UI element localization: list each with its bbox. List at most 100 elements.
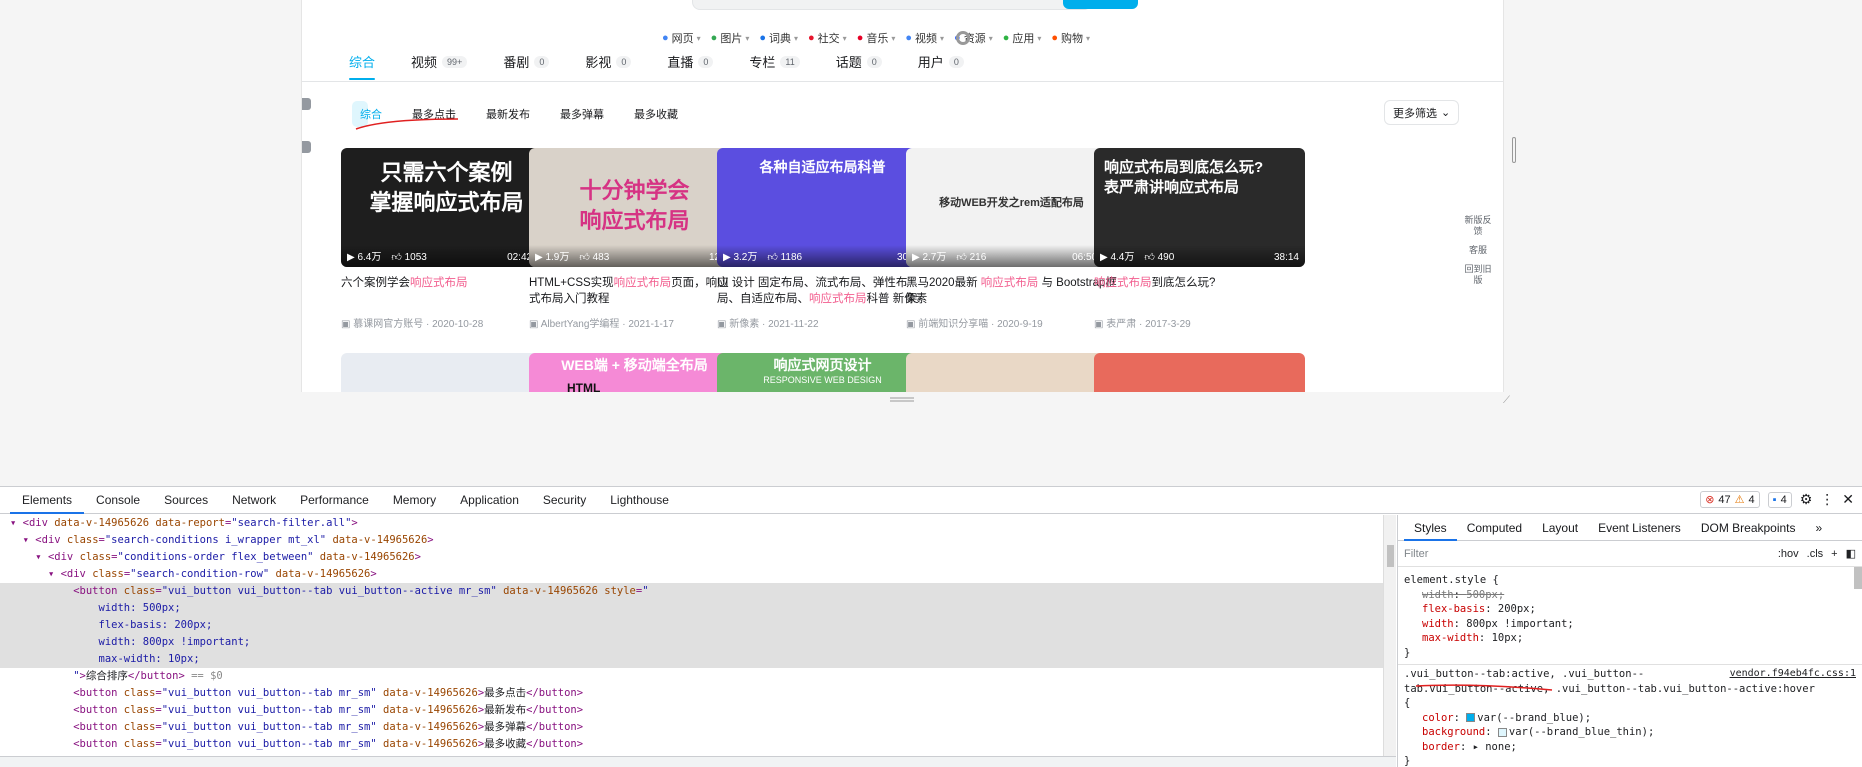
tab-7[interactable]: 用户 0 [918,52,964,71]
dom-line-selected[interactable]: <button class="vui_button vui_button--ta… [0,583,1396,600]
sort-button-newest[interactable]: 最新发布 [478,101,538,127]
styles-tab-1[interactable]: Computed [1457,515,1532,541]
author-name[interactable]: 慕课网官方账号 [353,319,423,330]
author-name[interactable]: AlbertYang学编程 [541,319,620,330]
video-card[interactable]: 移动WEB开发之rem适配布局 ▶ 2.7万 👍︎ 216 06:50:16 黑马202… [906,148,1117,330]
video-card[interactable]: 响应式布局到底怎么玩? 表严肃讲响应式布局 ▶ 4.4万 👍︎ 490 38:14 响应… [1094,148,1305,330]
video-card[interactable]: 只需六个案例 掌握响应式布局 ▶ 6.4万 👍︎ 1053 02:42:30 六个案例学… [341,148,552,330]
resize-corner-icon[interactable]: ⟋ [1503,395,1510,406]
style-property[interactable]: background: var(--brand_blue_thin); [1404,725,1856,740]
add-rule-icon[interactable]: + [1831,548,1837,560]
issue-counts[interactable]: ⊗ 47 ⚠ 4 [1700,491,1760,508]
color-swatch[interactable] [1466,713,1476,722]
dom-line[interactable]: <button class="vui_button vui_button--ta… [0,736,1396,753]
devtools-tab-console[interactable]: Console [84,487,152,514]
scroll-thumb[interactable] [1387,545,1394,567]
sort-button-most-favorites[interactable]: 最多收藏 [626,101,686,127]
styles-filter-input[interactable]: Filter [1404,548,1778,560]
quick-link-2[interactable]: ● 词典 ▾ [759,30,798,46]
more-menu-icon[interactable]: ⋮ [1820,491,1834,508]
quick-link-8[interactable]: ● 购物 ▾ [1051,30,1090,46]
video-card[interactable]: 各种自适应布局科普▶ 3.2万👍︎ 118630:01UI 设计 固定布局、流式… [717,148,928,330]
side-button-0[interactable]: 新版反馈 [1464,215,1492,237]
devtools-tab-lighthouse[interactable]: Lighthouse [598,487,681,514]
resize-handle[interactable] [888,396,916,404]
author-name[interactable]: 前端知识分享喵 [918,319,988,330]
dom-line-selected[interactable]: max-width: 10px; [0,651,1396,668]
side-button-1[interactable]: 客服 [1464,245,1492,256]
video-thumbnail[interactable]: 响应式网页设计 RESPONSIVE WEB DESIGN [717,353,928,392]
dom-line[interactable]: ▾ <div data-v-14965626 data-report="sear… [0,515,1396,532]
tab-1[interactable]: 视频 99+ [411,52,468,71]
dom-line[interactable]: ">综合排序</button> == $0 [0,668,1396,685]
style-property[interactable]: width: 500px; [1404,588,1856,603]
dom-line-selected[interactable]: width: 800px !important; [0,634,1396,651]
overflow-chevron-icon[interactable]: » [1806,515,1833,541]
devtools-tab-memory[interactable]: Memory [381,487,448,514]
dom-line[interactable]: ▾ <div class="search-condition-row" data… [0,566,1396,583]
color-swatch[interactable] [1497,727,1507,737]
cls-toggle[interactable]: .cls [1807,548,1824,560]
video-thumbnail[interactable]: 移动WEB开发之rem适配布局 ▶ 2.7万 👍︎ 216 06:50:16 [906,148,1117,267]
dom-line-selected[interactable]: flex-basis: 200px; [0,617,1396,634]
search-input[interactable] [692,0,1092,10]
devtools-tab-application[interactable]: Application [448,487,531,514]
video-thumbnail[interactable]: WEB端 + 移动端全布局 HTML [529,353,740,392]
elements-dom-tree[interactable]: ▾ <div data-v-14965626 data-report="sear… [0,515,1396,767]
video-thumbnail[interactable]: 响应式布局到底怎么玩? 表严肃讲响应式布局 ▶ 4.4万 👍︎ 490 38:14 [1094,148,1305,267]
devtools-tab-security[interactable]: Security [531,487,598,514]
quick-link-3[interactable]: ● 社交 ▾ [808,30,847,46]
video-thumbnail[interactable]: 只需六个案例 掌握响应式布局 ▶ 6.4万 👍︎ 1053 02:42:30 [341,148,552,267]
side-button-2[interactable]: 回到旧版 [1464,264,1492,286]
quick-link-4[interactable]: ● 音乐 ▾ [857,30,896,46]
video-thumbnail[interactable] [1094,353,1305,392]
close-icon[interactable]: ✕ [1842,491,1854,508]
tab-6[interactable]: 话题 0 [836,52,882,71]
side-settings-icon[interactable] [302,141,311,153]
sort-button-most-danmaku[interactable]: 最多弹幕 [552,101,612,127]
styles-tab-4[interactable]: DOM Breakpoints [1691,515,1806,541]
devtools-tab-network[interactable]: Network [220,487,288,514]
video-card[interactable]: 十分钟学会 响应式布局▶ 1.9万👍︎ 48312:47 HTML+CSS实现响应… [529,148,740,330]
more-filters-button[interactable]: 更多筛选 ⌄ [1384,100,1460,125]
style-property[interactable]: color: var(--brand_blue); [1404,711,1856,726]
scroll-handle[interactable] [1512,137,1516,163]
styles-tab-2[interactable]: Layout [1532,515,1588,541]
dom-line[interactable]: ▾ <div class="search-conditions i_wrappe… [0,532,1396,549]
styles-tab-0[interactable]: Styles [1404,515,1457,541]
message-count-badge[interactable]: ▪ 4 [1767,491,1792,508]
quick-link-5[interactable]: ● 视频 ▾ [905,30,944,46]
video-thumbnail[interactable]: 各种自适应布局科普▶ 3.2万👍︎ 118630:01 [717,148,928,267]
style-property[interactable]: max-width: 10px; [1404,631,1856,646]
video-thumbnail[interactable] [906,353,1117,392]
dom-line[interactable]: ▾ <div class="conditions-order flex_betw… [0,549,1396,566]
tab-4[interactable]: 直播 0 [667,52,714,71]
author-name[interactable]: 表严肃 [1106,319,1136,330]
side-tool-icon[interactable] [302,98,311,110]
video-title[interactable]: 响应式布局到底怎么玩? [1094,275,1305,307]
dom-line[interactable]: <button class="vui_button vui_button--ta… [0,702,1396,719]
video-thumbnail[interactable]: 十分钟学会 响应式布局▶ 1.9万👍︎ 48312:47 [529,148,740,267]
styles-tab-3[interactable]: Event Listeners [1588,515,1691,541]
video-title[interactable]: HTML+CSS实现响应式布局页面，响应式布局入门教程 [529,275,740,307]
quick-link-7[interactable]: ● 应用 ▾ [1003,30,1042,46]
tab-2[interactable]: 番剧 0 [503,52,550,71]
elements-scrollbar[interactable] [1383,515,1396,767]
dom-line[interactable]: <button class="vui_button vui_button--ta… [0,719,1396,736]
gear-icon[interactable] [956,31,970,45]
video-title[interactable]: 六个案例学会响应式布局 [341,275,552,307]
hov-toggle[interactable]: :hov [1778,548,1799,560]
quick-link-0[interactable]: ● 网页 ▾ [662,30,701,46]
tab-0[interactable]: 综合 [349,52,376,80]
style-property[interactable]: flex-basis: 200px; [1404,602,1856,617]
style-property[interactable]: width: 800px !important; [1404,617,1856,632]
dom-line-selected[interactable]: width: 500px; [0,600,1396,617]
quick-link-1[interactable]: ● 图片 ▾ [711,30,750,46]
video-thumbnail[interactable] [341,353,552,392]
devtools-tab-performance[interactable]: Performance [288,487,381,514]
stylesheet-link[interactable]: vendor.f94eb4fc.css:1 [1730,667,1856,682]
styles-scroll-thumb[interactable] [1854,567,1862,589]
author-name[interactable]: 新像素 [729,319,759,330]
tab-5[interactable]: 专栏 11 [749,52,800,71]
settings-gear-icon[interactable]: ⚙ [1800,491,1813,508]
